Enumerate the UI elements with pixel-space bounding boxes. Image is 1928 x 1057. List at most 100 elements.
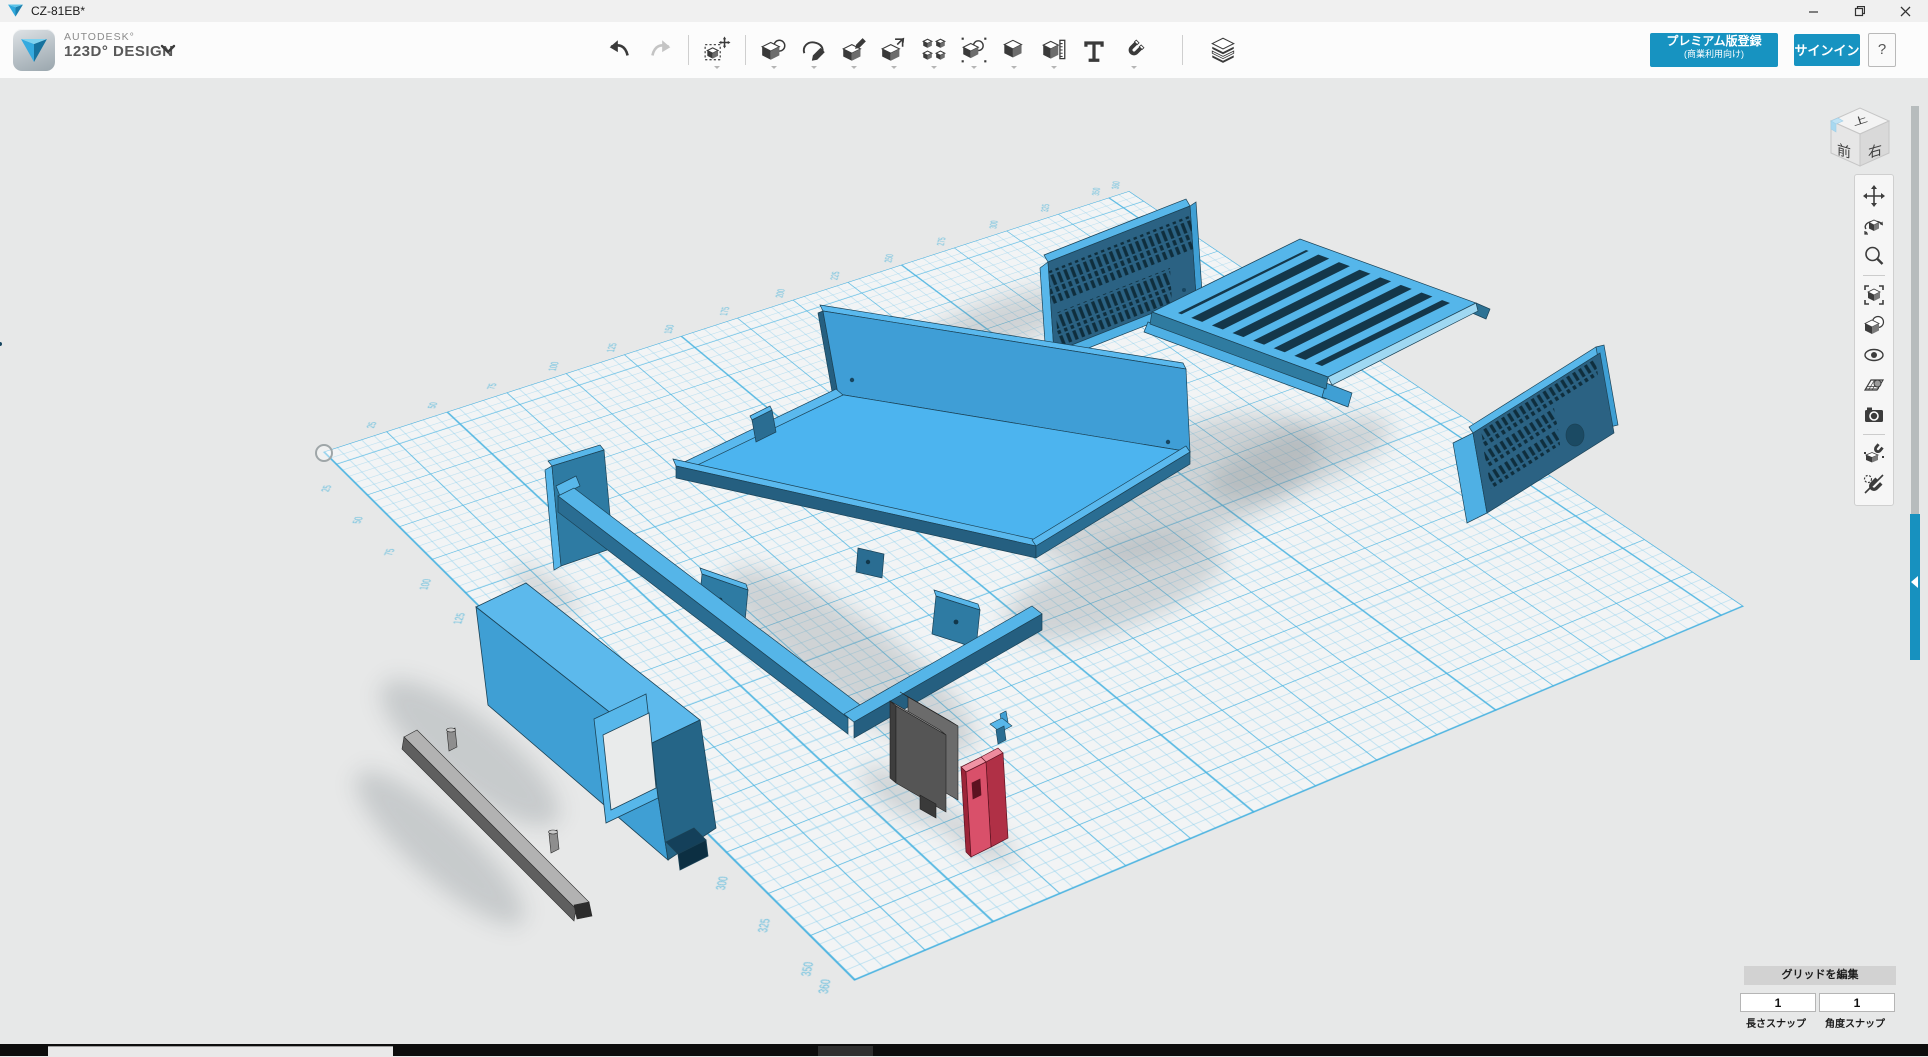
part-chassis-tray[interactable] xyxy=(673,305,1190,578)
dropdown-caret xyxy=(1131,66,1137,69)
material-button[interactable] xyxy=(1859,310,1889,340)
maximize-icon xyxy=(1854,6,1865,17)
panel-collapse-tab[interactable] xyxy=(1910,514,1920,660)
camera-icon xyxy=(1863,404,1885,426)
dropdown-caret xyxy=(771,66,777,69)
tool-strip xyxy=(600,30,1243,70)
undo-button[interactable] xyxy=(600,30,640,70)
taskbar-segment xyxy=(818,1046,873,1056)
combine-icon xyxy=(1000,36,1028,64)
view-toolbar-separator xyxy=(1863,275,1885,276)
collapse-arrow-icon xyxy=(1911,576,1918,588)
primitives-tool-button[interactable] xyxy=(754,30,794,70)
canvas-scroll-track[interactable] xyxy=(1911,106,1919,514)
group-tool-button[interactable] xyxy=(954,30,994,70)
redo-button[interactable] xyxy=(640,30,680,70)
layers-icon xyxy=(1208,35,1238,65)
part-small-clip[interactable] xyxy=(990,711,1012,744)
pattern-tool-button[interactable] xyxy=(914,30,954,70)
length-snap-label: 長さスナップ xyxy=(1740,1015,1812,1030)
visibility-button[interactable] xyxy=(1859,340,1889,370)
title-bar: CZ-81EB* xyxy=(0,0,1928,23)
material-icon xyxy=(1863,314,1885,336)
123d-logo-icon xyxy=(13,29,55,71)
pan-button[interactable] xyxy=(1859,181,1889,211)
snap-tool-button[interactable] xyxy=(1114,30,1154,70)
view-toolbar-separator xyxy=(1863,434,1885,435)
close-button[interactable] xyxy=(1882,0,1928,22)
redo-icon xyxy=(647,37,673,63)
minimize-icon xyxy=(1808,6,1819,17)
signin-button[interactable]: サインイン xyxy=(1794,34,1860,66)
text-icon xyxy=(1080,36,1108,64)
brand-autodesk: AUTODESK° xyxy=(64,32,174,44)
window-title: CZ-81EB* xyxy=(31,4,85,18)
view-cube[interactable]: 上 前 右 xyxy=(1818,96,1902,180)
premium-label: プレミアム版登録 xyxy=(1650,35,1778,49)
fit-view-button[interactable] xyxy=(1859,280,1889,310)
taskbar-strip xyxy=(0,1044,1928,1056)
text-tool-button[interactable] xyxy=(1074,30,1114,70)
pattern-icon xyxy=(920,36,948,64)
measure-tool-button[interactable] xyxy=(1034,30,1074,70)
taskbar-segment xyxy=(48,1046,393,1057)
part-pcb-bracket[interactable] xyxy=(890,692,958,818)
dropdown-caret xyxy=(1011,66,1017,69)
snap-off-button[interactable] xyxy=(1859,469,1889,499)
part-power-switch[interactable] xyxy=(961,748,1008,857)
premium-sublabel: (商業利用向け) xyxy=(1650,49,1778,59)
angle-snap-input[interactable] xyxy=(1819,993,1895,1012)
orbit-button[interactable] xyxy=(1859,211,1889,241)
snap-box-button[interactable] xyxy=(1859,439,1889,469)
zoom-button[interactable] xyxy=(1859,241,1889,271)
sketch-tool-button[interactable] xyxy=(794,30,834,70)
modify-icon xyxy=(880,36,908,64)
transform-tool-button[interactable] xyxy=(697,30,737,70)
viewport-canvas[interactable]: 2525505075751001001251251501501751752002… xyxy=(0,78,1928,1044)
dropdown-caret xyxy=(891,66,897,69)
length-snap-input[interactable] xyxy=(1740,993,1816,1012)
dropdown-caret xyxy=(1051,66,1057,69)
snap-box-icon xyxy=(1863,443,1885,465)
toolbar-separator xyxy=(1182,35,1183,65)
toolbar-separator xyxy=(745,35,746,65)
app-menu-button[interactable] xyxy=(13,29,55,71)
construct-icon xyxy=(840,36,868,64)
dropdown-caret xyxy=(851,66,857,69)
close-icon xyxy=(1900,6,1911,17)
sketch-visibility-button[interactable] xyxy=(1859,370,1889,400)
chevron-down-icon[interactable] xyxy=(160,44,176,54)
part-rear-vent-panel[interactable] xyxy=(0,199,1202,360)
brand: AUTODESK° 123D° DESIGN xyxy=(64,32,174,60)
maximize-button[interactable] xyxy=(1836,0,1882,22)
undo-icon xyxy=(607,37,633,63)
model-parts xyxy=(0,78,1928,1044)
app-logo-icon xyxy=(8,4,23,18)
snap-off-icon xyxy=(1863,473,1885,495)
modify-tool-button[interactable] xyxy=(874,30,914,70)
layers-button[interactable] xyxy=(1203,30,1243,70)
screenshot-button[interactable] xyxy=(1859,400,1889,430)
angle-snap-label: 角度スナップ xyxy=(1819,1015,1891,1030)
minimize-button[interactable] xyxy=(1790,0,1836,22)
eye-icon xyxy=(1863,344,1885,366)
dropdown-caret xyxy=(971,66,977,69)
sketch-icon xyxy=(800,36,828,64)
help-button[interactable]: ? xyxy=(1868,33,1896,67)
premium-register-button[interactable]: プレミアム版登録 (商業利用向け) xyxy=(1650,33,1778,67)
view-toolbar xyxy=(1854,174,1894,506)
dropdown-caret xyxy=(714,66,720,69)
part-right-vent-panel[interactable] xyxy=(1453,345,1618,523)
fit-view-icon xyxy=(1863,284,1885,306)
dropdown-caret xyxy=(811,66,817,69)
dropdown-caret xyxy=(931,66,937,69)
app-toolbar: AUTODESK° 123D° DESIGN xyxy=(0,22,1928,79)
orbit-icon xyxy=(1863,215,1885,237)
construct-tool-button[interactable] xyxy=(834,30,874,70)
transform-icon xyxy=(703,36,731,64)
brand-123d-design: 123D° DESIGN xyxy=(64,44,174,61)
grid-controls: グリッドを編集 長さスナップ 角度スナップ xyxy=(1740,966,1898,1030)
combine-tool-button[interactable] xyxy=(994,30,1034,70)
snap-magnet-icon xyxy=(1120,36,1148,64)
edit-grid-button[interactable]: グリッドを編集 xyxy=(1744,966,1896,985)
